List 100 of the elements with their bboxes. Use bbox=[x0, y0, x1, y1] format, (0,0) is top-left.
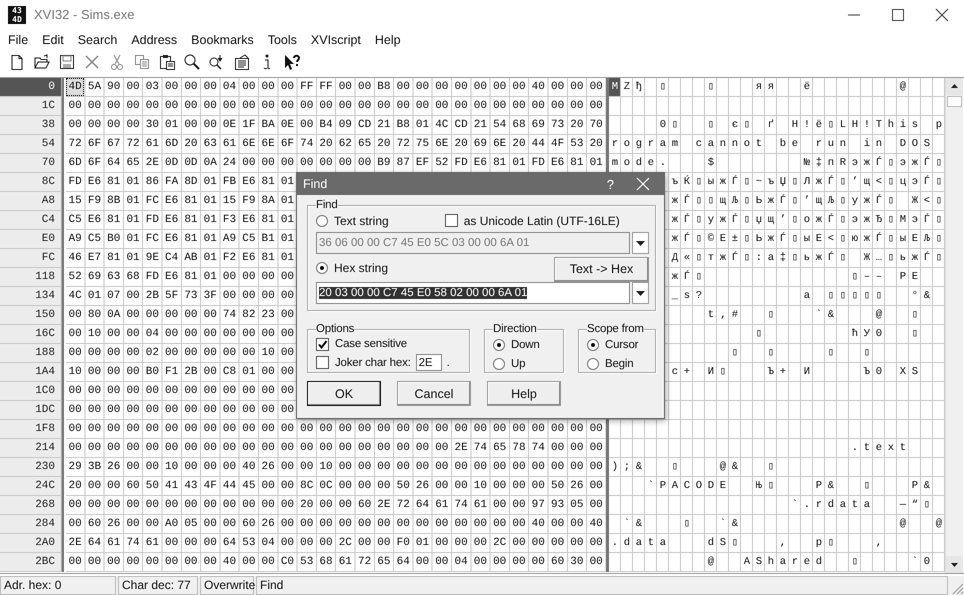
char-cell[interactable]: ▯ bbox=[693, 248, 704, 267]
hex-cell[interactable]: 73 bbox=[548, 116, 567, 134]
hex-cell[interactable]: 00 bbox=[587, 438, 606, 457]
char-cell[interactable]: Е bbox=[813, 230, 824, 248]
hex-cell[interactable]: 00 bbox=[432, 420, 451, 438]
char-cell[interactable]: Ъ bbox=[861, 362, 872, 381]
char-cell[interactable]: Ѓ bbox=[681, 210, 692, 229]
char-cell[interactable]: ▯ bbox=[885, 230, 896, 248]
hex-cell[interactable]: 61 bbox=[471, 496, 490, 514]
hex-cell[interactable]: 81 bbox=[182, 192, 200, 210]
hex-cell[interactable]: 30 bbox=[568, 552, 586, 571]
char-cell[interactable]: ) bbox=[609, 458, 620, 476]
char-cell[interactable]: ь bbox=[801, 248, 812, 267]
char-cell[interactable]: E bbox=[717, 476, 728, 495]
hex-cell[interactable]: 52 bbox=[66, 268, 84, 286]
hex-cell[interactable]: 00 bbox=[510, 552, 528, 571]
char-cell[interactable]: ж bbox=[669, 230, 680, 248]
hex-cell[interactable]: 00 bbox=[258, 78, 278, 96]
hex-cell[interactable]: 81 bbox=[182, 210, 200, 229]
char-cell[interactable]: ▯ bbox=[933, 172, 944, 191]
char-cell[interactable]: i bbox=[897, 116, 908, 134]
hex-cell[interactable]: 2B bbox=[182, 362, 200, 381]
char-cell[interactable]: ▯ bbox=[717, 362, 728, 381]
char-cell[interactable]: щ bbox=[861, 172, 872, 191]
hex-cell[interactable]: 0D bbox=[162, 154, 181, 172]
hex-cell[interactable]: 00 bbox=[201, 324, 220, 343]
hex-cell[interactable]: A9 bbox=[220, 230, 239, 248]
char-cell[interactable]: m bbox=[669, 134, 680, 153]
hex-cell[interactable]: C8 bbox=[220, 362, 239, 381]
char-cell[interactable]: t bbox=[849, 496, 860, 514]
hex-cell[interactable]: CD bbox=[355, 116, 374, 134]
hex-cell[interactable]: 00 bbox=[85, 400, 104, 419]
menu-item[interactable]: Edit bbox=[35, 32, 71, 47]
hex-cell[interactable]: 00 bbox=[201, 344, 220, 362]
row-address[interactable]: 8C bbox=[0, 172, 62, 192]
hex-cell[interactable]: 00 bbox=[394, 78, 412, 96]
char-cell[interactable]: ж bbox=[813, 248, 824, 267]
hex-cell[interactable]: B4 bbox=[316, 116, 336, 134]
hex-cell[interactable]: 00 bbox=[85, 116, 104, 134]
char-cell[interactable]: ▯ bbox=[837, 248, 848, 267]
hex-cell[interactable]: 00 bbox=[490, 476, 509, 495]
hex-cell[interactable]: 00 bbox=[258, 476, 278, 495]
hex-cell[interactable]: 00 bbox=[124, 438, 142, 457]
hex-cell[interactable]: C4 bbox=[162, 248, 181, 267]
hex-cell[interactable]: 0C bbox=[316, 476, 336, 495]
hex-cell[interactable]: 00 bbox=[143, 306, 162, 324]
hex-cell[interactable]: 00 bbox=[240, 154, 258, 172]
char-cell[interactable]: ▯ bbox=[825, 534, 836, 552]
hex-cell[interactable]: C5 bbox=[66, 210, 84, 229]
char-cell[interactable]: . bbox=[801, 496, 812, 514]
hex-cell[interactable]: 01 bbox=[124, 210, 142, 229]
row-address[interactable]: A8 bbox=[0, 192, 62, 211]
hex-cell[interactable]: 64 bbox=[104, 154, 123, 172]
char-cell[interactable]: М bbox=[897, 210, 908, 229]
checkbox-label[interactable]: as Unicode Latin (UTF-16LE) bbox=[464, 214, 620, 228]
hex-cell[interactable]: E6 bbox=[240, 248, 258, 267]
char-cell[interactable]: m bbox=[609, 154, 620, 172]
hex-cell[interactable]: 2E bbox=[374, 496, 394, 514]
char-cell[interactable]: P bbox=[897, 268, 908, 286]
hex-cell[interactable]: 00 bbox=[143, 400, 162, 419]
hex-cell[interactable]: 00 bbox=[278, 78, 297, 96]
char-cell[interactable]: ▯ bbox=[837, 230, 848, 248]
char-cell[interactable]: Љ bbox=[825, 192, 836, 210]
char-cell[interactable]: Ѓ bbox=[777, 192, 788, 210]
hex-cell[interactable]: 01 bbox=[201, 192, 220, 210]
hex-cell[interactable]: 00 bbox=[510, 496, 528, 514]
hex-cell[interactable]: 8D bbox=[182, 172, 200, 191]
hex-cell[interactable]: 20 bbox=[66, 476, 84, 495]
hex-cell[interactable]: 00 bbox=[240, 96, 258, 115]
char-cell[interactable]: a bbox=[657, 534, 668, 552]
dialog-button[interactable]: Cancel bbox=[397, 381, 471, 406]
char-cell[interactable]: d bbox=[621, 534, 632, 552]
hex-cell[interactable]: 00 bbox=[162, 344, 181, 362]
hex-cell[interactable]: EF bbox=[413, 154, 432, 172]
cut-icon[interactable] bbox=[108, 52, 126, 71]
char-cell[interactable]: ▯ bbox=[789, 210, 800, 229]
dropdown-arrow-icon[interactable] bbox=[636, 290, 645, 296]
hex-cell[interactable]: 00 bbox=[240, 268, 258, 286]
hex-cell[interactable]: 00 bbox=[298, 96, 316, 115]
hex-cell[interactable]: 00 bbox=[278, 268, 297, 286]
hex-cell[interactable]: 00 bbox=[66, 344, 84, 362]
char-cell[interactable]: Ѓ bbox=[921, 172, 932, 191]
hex-cell[interactable]: 01 bbox=[201, 230, 220, 248]
hex-cell[interactable]: 00 bbox=[587, 96, 606, 115]
hex-cell[interactable]: 53 bbox=[298, 552, 316, 571]
hex-cell[interactable]: 74 bbox=[220, 306, 239, 324]
char-cell[interactable]: Л bbox=[801, 172, 812, 191]
char-cell[interactable]: P bbox=[657, 476, 668, 495]
char-cell[interactable]: Ќ bbox=[681, 172, 692, 191]
hex-cell[interactable]: B0 bbox=[143, 362, 162, 381]
hex-cell[interactable]: 00 bbox=[124, 96, 142, 115]
char-cell[interactable]: Ѓ bbox=[681, 230, 692, 248]
hex-cell[interactable]: 81 bbox=[182, 230, 200, 248]
hex-cell[interactable]: 72 bbox=[124, 134, 142, 153]
hex-cell[interactable]: 68 bbox=[316, 552, 336, 571]
hex-cell[interactable]: 00 bbox=[413, 458, 432, 476]
char-cell[interactable]: э bbox=[897, 154, 908, 172]
hex-cell[interactable]: 61 bbox=[220, 134, 239, 153]
char-cell[interactable]: d bbox=[705, 534, 716, 552]
row-address[interactable]: 188 bbox=[0, 344, 62, 363]
